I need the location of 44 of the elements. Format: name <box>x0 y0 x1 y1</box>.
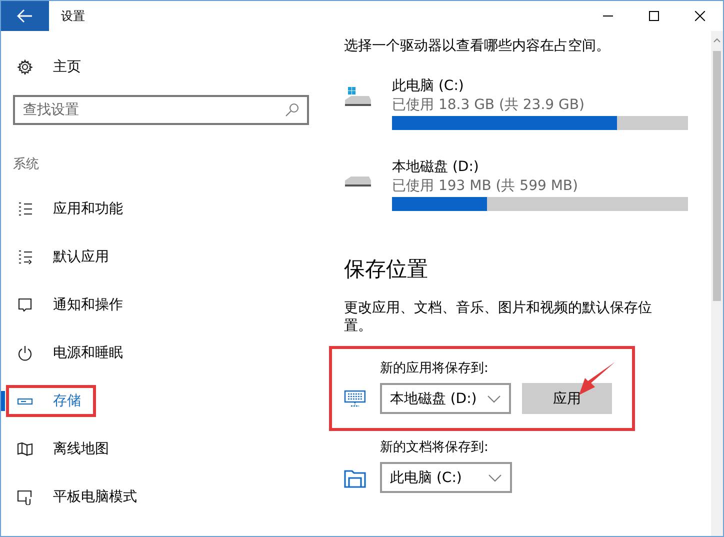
back-arrow-icon <box>17 9 33 23</box>
maximize-icon <box>649 11 659 21</box>
drive-dropdown[interactable]: 此电脑 (C:) <box>380 462 512 493</box>
map-icon <box>17 441 33 457</box>
section-heading: 保存位置 <box>344 256 429 283</box>
list-icon <box>17 201 33 217</box>
power-icon <box>17 345 33 361</box>
close-icon <box>695 11 705 21</box>
nav-item[interactable]: 应用和功能 <box>1 185 321 233</box>
back-button[interactable] <box>1 1 49 31</box>
section-label: 系统 <box>13 156 40 173</box>
window-title: 设置 <box>61 8 86 24</box>
scroll-up-icon[interactable] <box>713 37 721 43</box>
drive-dropdown[interactable]: 本地磁盘 (D:) <box>380 383 512 414</box>
nav-item[interactable]: 平板电脑模式 <box>1 473 321 521</box>
monitor-icon <box>344 390 366 408</box>
intro-text: 选择一个驱动器以查看哪些内容在占空间。 <box>344 37 611 55</box>
nav-item[interactable]: 默认应用 <box>1 233 321 281</box>
chevron-icon <box>487 394 502 402</box>
drive-usage: 已使用 193 MB (共 599 MB) <box>392 177 579 195</box>
tablet-icon <box>17 489 33 505</box>
setting-label: 新的文档将保存到: <box>380 439 490 456</box>
list-icon <box>17 249 33 265</box>
scrollbar[interactable] <box>711 31 723 536</box>
description-text: 更改应用、文档、音乐、图片和视频的默认保存位置。 <box>344 299 653 335</box>
nav-item[interactable]: 通知和操作 <box>1 281 321 329</box>
setting-label: 新的应用将保存到: <box>380 360 490 377</box>
search-icon <box>285 103 299 117</box>
home-nav-item[interactable]: 主页 <box>1 43 321 91</box>
drive-usage: 已使用 18.3 GB (共 23.9 GB) <box>392 96 586 114</box>
search-field[interactable]: 查找设置 <box>13 95 309 125</box>
nav-item[interactable]: 离线地图 <box>1 425 321 473</box>
nav-item[interactable]: 存储 <box>1 377 321 425</box>
drive-icon <box>344 87 372 107</box>
nav-item[interactable]: 电源和睡眠 <box>1 329 321 377</box>
message-icon <box>17 297 33 313</box>
drive-name[interactable]: 本地磁盘 (D:) <box>392 158 688 177</box>
folder-icon <box>344 468 366 488</box>
highlight-frame: 存储 <box>9 388 93 414</box>
drive-name[interactable]: 此电脑 (C:) <box>392 77 688 96</box>
apply-button[interactable]: 应用 <box>522 383 612 414</box>
chevron-icon <box>488 474 502 482</box>
drive-icon <box>344 176 372 187</box>
gear-icon <box>17 59 33 75</box>
